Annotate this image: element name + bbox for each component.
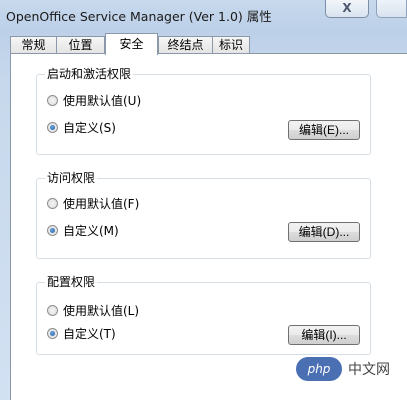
close-button[interactable]: X — [325, 0, 369, 18]
access-permissions-group: 访问权限 使用默认值(F) 自定义(M) 编辑(D)... — [36, 171, 371, 259]
radio-button[interactable] — [47, 95, 58, 106]
watermark-text: 中文网 — [348, 362, 390, 378]
window-title: OpenOffice Service Manager (Ver 1.0) 属性 — [6, 9, 272, 24]
radio-label: 自定义(M) — [63, 224, 119, 238]
radio-button-selected[interactable] — [47, 225, 58, 236]
window-frame-button[interactable] — [376, 0, 407, 18]
php-logo: php — [296, 357, 342, 381]
radio-label: 自定义(S) — [63, 121, 116, 135]
close-icon: X — [342, 1, 352, 15]
tab-general[interactable]: 常规 — [10, 36, 57, 54]
launch-activation-permissions-group: 启动和激活权限 使用默认值(U) 自定义(S) 编辑(E)... — [36, 67, 371, 155]
radio-button[interactable] — [47, 305, 58, 316]
radio-label: 使用默认值(L) — [63, 304, 140, 318]
edit-config-permissions-button[interactable]: 编辑(I)... — [288, 325, 360, 345]
configuration-permissions-group: 配置权限 使用默认值(L) 自定义(T) 编辑(I)... — [36, 275, 371, 355]
group-title: 配置权限 — [45, 275, 98, 289]
radio-button-selected[interactable] — [47, 122, 58, 133]
tab-endpoints[interactable]: 终结点 — [158, 36, 213, 54]
php-cn-watermark: php 中文网 — [296, 355, 406, 383]
tab-identity[interactable]: 标识 — [212, 36, 250, 54]
edit-launch-permissions-button[interactable]: 编辑(E)... — [288, 120, 360, 140]
properties-window: OpenOffice Service Manager (Ver 1.0) 属性 … — [0, 0, 407, 400]
group-title: 访问权限 — [45, 171, 98, 185]
radio-button[interactable] — [47, 198, 58, 209]
tab-security[interactable]: 安全 — [105, 33, 158, 55]
tab-location[interactable]: 位置 — [56, 36, 105, 54]
radio-label: 使用默认值(U) — [63, 94, 142, 108]
radio-label: 使用默认值(F) — [63, 197, 140, 211]
radio-label: 自定义(T) — [63, 327, 116, 341]
tab-strip: 常规 位置 安全 终结点 标识 — [10, 33, 407, 55]
title-bar[interactable]: OpenOffice Service Manager (Ver 1.0) 属性 … — [0, 0, 407, 30]
group-title: 启动和激活权限 — [45, 67, 134, 81]
radio-button-selected[interactable] — [47, 328, 58, 339]
edit-access-permissions-button[interactable]: 编辑(D)... — [288, 222, 360, 242]
